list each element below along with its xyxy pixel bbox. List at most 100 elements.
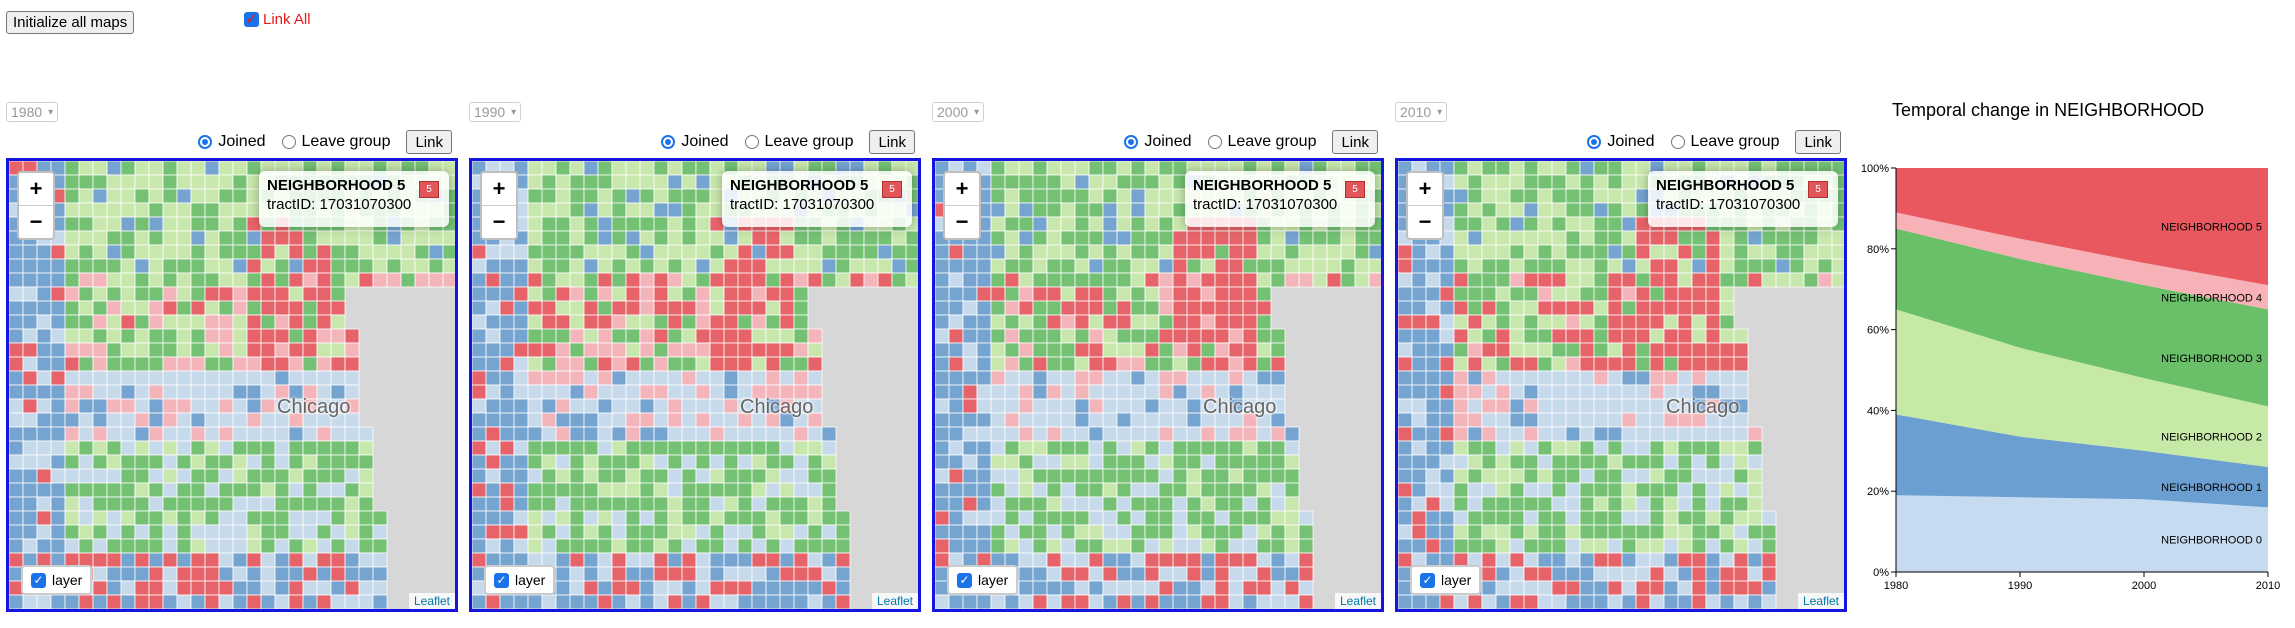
city-map-label: Chicago [1203, 396, 1277, 418]
series-label-5: NEIGHBORHOOD 5 [2161, 222, 2262, 234]
map-panel-1990: 1990 ▾ Joined Leave group Link Chicago +… [463, 100, 921, 620]
info-neighborhood-name: NEIGHBORHOOD 5 [1193, 177, 1332, 194]
info-color-badge: 5 [882, 181, 902, 198]
joined-label: Joined [681, 133, 729, 150]
chart-title: Temporal change in NEIGHBORHOOD [1892, 100, 2205, 120]
info-color-badge: 5 [1808, 181, 1828, 198]
y-tick-label: 100% [1861, 163, 1889, 175]
zoom-out-button[interactable]: − [1408, 205, 1442, 238]
info-color-badge: 5 [1345, 181, 1365, 198]
link-button[interactable]: Link [406, 130, 452, 154]
leaflet-attribution-link[interactable]: Leaflet [408, 593, 455, 609]
choropleth-layer[interactable] [472, 161, 918, 609]
zoom-in-button[interactable]: + [482, 173, 516, 205]
link-button[interactable]: Link [869, 130, 915, 154]
y-tick-label: 60% [1867, 325, 1889, 337]
year-select-value: 2000 [937, 104, 969, 120]
x-tick-label: 2010 [2256, 580, 2280, 590]
joined-radio[interactable] [1124, 135, 1139, 149]
zoom-out-button[interactable]: − [19, 205, 53, 238]
area-series-0 [1896, 495, 2268, 572]
info-tract-id: tractID: 17031070300 [267, 196, 412, 213]
link-all-label: Link All [263, 11, 311, 28]
map-view[interactable]: Chicago + − NEIGHBORHOOD 5 5 tractID: 17… [1395, 158, 1847, 612]
group-controls: Joined Leave group Link [661, 130, 915, 154]
leave-group-label: Leave group [764, 133, 854, 150]
info-tract-id: tractID: 17031070300 [1656, 196, 1801, 213]
zoom-out-button[interactable]: − [945, 205, 979, 238]
chevron-down-icon: ▾ [48, 106, 54, 118]
map-view[interactable]: Chicago + − NEIGHBORHOOD 5 5 tractID: 17… [469, 158, 921, 612]
layer-control[interactable]: ✓ layer [947, 565, 1019, 595]
layer-label: layer [978, 572, 1009, 588]
year-select-value: 1990 [474, 104, 506, 120]
info-neighborhood-name: NEIGHBORHOOD 5 [730, 177, 869, 194]
year-select[interactable]: 1990 ▾ [469, 102, 522, 122]
joined-radio[interactable] [661, 135, 676, 149]
leave-group-radio[interactable] [1670, 135, 1685, 149]
joined-radio[interactable] [1587, 135, 1602, 149]
info-neighborhood-name: NEIGHBORHOOD 5 [267, 177, 406, 194]
zoom-control: + − [17, 171, 55, 240]
y-tick-label: 20% [1867, 486, 1889, 498]
x-tick-label: 1990 [2008, 580, 2032, 590]
group-controls: Joined Leave group Link [1587, 130, 1841, 154]
leaflet-attribution-link[interactable]: Leaflet [871, 593, 918, 609]
map-panel-2000: 2000 ▾ Joined Leave group Link Chicago +… [926, 100, 1384, 620]
x-tick-label: 1980 [1884, 580, 1908, 590]
info-tract-id: tractID: 17031070300 [730, 196, 875, 213]
leaflet-attribution-link[interactable]: Leaflet [1334, 593, 1381, 609]
year-select[interactable]: 2000 ▾ [932, 102, 985, 122]
layer-checkbox[interactable]: ✓ [31, 572, 46, 588]
series-label-0: NEIGHBORHOOD 0 [2161, 535, 2262, 547]
map-view[interactable]: Chicago + − NEIGHBORHOOD 5 5 tractID: 17… [932, 158, 1384, 612]
y-tick-label: 80% [1867, 244, 1889, 256]
choropleth-layer[interactable] [9, 161, 455, 609]
layer-checkbox[interactable]: ✓ [1420, 572, 1435, 588]
city-map-label: Chicago [1666, 396, 1740, 418]
map-view[interactable]: Chicago + − NEIGHBORHOOD 5 5 tractID: 17… [6, 158, 458, 612]
choropleth-layer[interactable] [1398, 161, 1844, 609]
series-label-4: NEIGHBORHOOD 4 [2161, 292, 2262, 304]
x-tick-label: 2000 [2132, 580, 2156, 590]
layer-checkbox[interactable]: ✓ [494, 572, 509, 588]
year-select-value: 1980 [11, 104, 43, 120]
layer-control[interactable]: ✓ layer [484, 565, 556, 595]
year-select[interactable]: 2010 ▾ [1395, 102, 1448, 122]
layer-control[interactable]: ✓ layer [21, 565, 93, 595]
chevron-down-icon: ▾ [974, 106, 980, 118]
joined-label: Joined [1607, 133, 1655, 150]
info-neighborhood-name: NEIGHBORHOOD 5 [1656, 177, 1795, 194]
zoom-control: + − [1406, 171, 1444, 240]
link-all-toggle[interactable]: ✓ Link All [244, 11, 311, 28]
info-box: NEIGHBORHOOD 5 5 tractID: 17031070300 [722, 171, 912, 227]
leave-group-radio[interactable] [744, 135, 759, 149]
y-tick-label: 40% [1867, 405, 1889, 417]
info-box: NEIGHBORHOOD 5 5 tractID: 17031070300 [1185, 171, 1375, 227]
layer-control[interactable]: ✓ layer [1410, 565, 1482, 595]
layer-checkbox[interactable]: ✓ [957, 572, 972, 588]
zoom-out-button[interactable]: − [482, 205, 516, 238]
choropleth-layer[interactable] [935, 161, 1381, 609]
link-all-checkbox[interactable]: ✓ [244, 12, 259, 27]
leave-group-label: Leave group [301, 133, 391, 150]
info-color-badge: 5 [419, 181, 439, 198]
zoom-in-button[interactable]: + [1408, 173, 1442, 205]
link-button[interactable]: Link [1332, 130, 1378, 154]
year-select[interactable]: 1980 ▾ [6, 102, 59, 122]
temporal-change-chart: NEIGHBORHOOD 0 NEIGHBORHOOD 1 NEIGHBORHOOD… [1861, 163, 2280, 590]
year-select-value: 2010 [1400, 104, 1432, 120]
leaflet-attribution-link[interactable]: Leaflet [1797, 593, 1844, 609]
series-label-1: NEIGHBORHOOD 1 [2161, 482, 2262, 494]
initialize-all-maps-button[interactable]: Initialize all maps [6, 11, 135, 34]
series-label-3: NEIGHBORHOOD 3 [2161, 353, 2262, 365]
link-button[interactable]: Link [1795, 130, 1841, 154]
leave-group-radio[interactable] [281, 135, 296, 149]
leave-group-label: Leave group [1690, 133, 1780, 150]
leave-group-radio[interactable] [1207, 135, 1222, 149]
map-panel-2010: 2010 ▾ Joined Leave group Link Chicago +… [1389, 100, 1847, 620]
joined-radio[interactable] [198, 135, 213, 149]
zoom-in-button[interactable]: + [945, 173, 979, 205]
info-box: NEIGHBORHOOD 5 5 tractID: 17031070300 [259, 171, 449, 227]
zoom-in-button[interactable]: + [19, 173, 53, 205]
